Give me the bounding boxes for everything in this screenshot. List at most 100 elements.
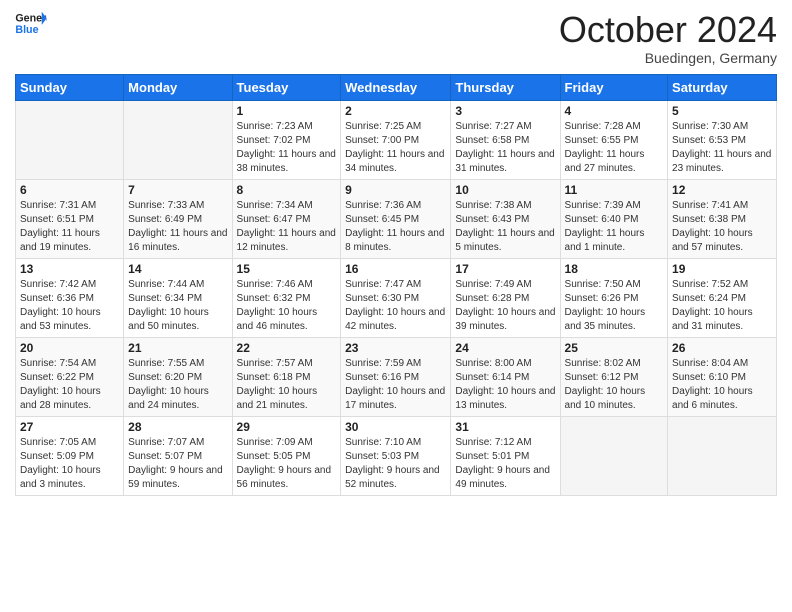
col-saturday: Saturday xyxy=(668,74,777,100)
table-row: 7Sunrise: 7:33 AM Sunset: 6:49 PM Daylig… xyxy=(124,179,232,258)
calendar-week-row: 6 Sunrise: 7:31 AM Sunset: 6:51 PM Daylig… xyxy=(16,179,777,258)
day-number: 5 xyxy=(672,104,772,118)
day-number: 6 xyxy=(20,183,119,197)
table-row: 16 Sunrise: 7:47 AM Sunset: 6:30 PM Dayli… xyxy=(341,258,451,337)
calendar: Sunday Monday Tuesday Wednesday Thursday… xyxy=(15,74,777,496)
table-row: 24 Sunrise: 8:00 AM Sunset: 6:14 PM Dayli… xyxy=(451,337,560,416)
cell-content: Sunrise: 7:10 AM Sunset: 5:03 PM Dayligh… xyxy=(345,436,446,492)
cell-content: Sunrise: 7:41 AM Sunset: 6:38 PM Dayligh… xyxy=(672,199,772,255)
table-row: 25Sunrise: 8:02 AM Sunset: 6:12 PM Dayli… xyxy=(560,337,668,416)
table-row: 1Sunrise: 7:23 AM Sunset: 7:02 PM Daylig… xyxy=(232,100,341,179)
cell-content: Sunrise: 7:44 AM Sunset: 6:34 PM Dayligh… xyxy=(128,278,227,334)
day-number: 21 xyxy=(128,341,227,355)
day-number: 23 xyxy=(345,341,446,355)
day-number: 12 xyxy=(672,183,772,197)
table-row: 15 Sunrise: 7:46 AM Sunset: 6:32 PM Dayli… xyxy=(232,258,341,337)
day-number: 3 xyxy=(455,104,555,118)
table-row: 27Sunrise: 7:05 AM Sunset: 5:09 PM Dayli… xyxy=(16,416,124,495)
cell-content: Sunrise: 7:27 AM Sunset: 6:58 PM Dayligh… xyxy=(455,120,555,176)
cell-content: Sunrise: 7:47 AM Sunset: 6:30 PM Dayligh… xyxy=(345,278,446,334)
table-row xyxy=(16,100,124,179)
cell-content: Sunrise: 7:34 AM Sunset: 6:47 PM Dayligh… xyxy=(237,199,337,255)
table-row: 31Sunrise: 7:12 AM Sunset: 5:01 PM Dayli… xyxy=(451,416,560,495)
table-row: 30 Sunrise: 7:10 AM Sunset: 5:03 PM Dayli… xyxy=(341,416,451,495)
day-number: 10 xyxy=(455,183,555,197)
cell-content: Sunrise: 8:04 AM Sunset: 6:10 PM Dayligh… xyxy=(672,357,772,413)
cell-content: Sunrise: 7:59 AM Sunset: 6:16 PM Dayligh… xyxy=(345,357,446,413)
table-row xyxy=(560,416,668,495)
col-wednesday: Wednesday xyxy=(341,74,451,100)
cell-content: Sunrise: 7:36 AM Sunset: 6:45 PM Dayligh… xyxy=(345,199,446,255)
cell-content: Sunrise: 7:38 AM Sunset: 6:43 PM Dayligh… xyxy=(455,199,555,255)
table-row: 11 Sunrise: 7:39 AM Sunset: 6:40 PM Dayli… xyxy=(560,179,668,258)
cell-content: Sunrise: 7:33 AM Sunset: 6:49 PM Dayligh… xyxy=(128,199,227,255)
col-tuesday: Tuesday xyxy=(232,74,341,100)
day-number: 22 xyxy=(237,341,337,355)
day-number: 26 xyxy=(672,341,772,355)
location: Buedingen, Germany xyxy=(559,50,777,66)
cell-content: Sunrise: 7:07 AM Sunset: 5:07 PM Dayligh… xyxy=(128,436,227,492)
table-row: 5 Sunrise: 7:30 AM Sunset: 6:53 PM Daylig… xyxy=(668,100,777,179)
logo: General Blue xyxy=(15,10,47,38)
day-number: 2 xyxy=(345,104,446,118)
calendar-week-row: 13 Sunrise: 7:42 AM Sunset: 6:36 PM Dayli… xyxy=(16,258,777,337)
table-row xyxy=(124,100,232,179)
day-number: 9 xyxy=(345,183,446,197)
cell-content: Sunrise: 7:31 AM Sunset: 6:51 PM Dayligh… xyxy=(20,199,119,255)
table-row: 22 Sunrise: 7:57 AM Sunset: 6:18 PM Dayli… xyxy=(232,337,341,416)
cell-content: Sunrise: 7:50 AM Sunset: 6:26 PM Dayligh… xyxy=(565,278,664,334)
day-number: 1 xyxy=(237,104,337,118)
logo-icon: General Blue xyxy=(15,10,47,38)
day-number: 13 xyxy=(20,262,119,276)
day-number: 11 xyxy=(565,183,664,197)
day-number: 25 xyxy=(565,341,664,355)
cell-content: Sunrise: 7:57 AM Sunset: 6:18 PM Dayligh… xyxy=(237,357,337,413)
table-row: 2 Sunrise: 7:25 AM Sunset: 7:00 PM Daylig… xyxy=(341,100,451,179)
table-row: 29 Sunrise: 7:09 AM Sunset: 5:05 PM Dayli… xyxy=(232,416,341,495)
cell-content: Sunrise: 7:25 AM Sunset: 7:00 PM Dayligh… xyxy=(345,120,446,176)
table-row: 20Sunrise: 7:54 AM Sunset: 6:22 PM Dayli… xyxy=(16,337,124,416)
table-row: 13 Sunrise: 7:42 AM Sunset: 6:36 PM Dayli… xyxy=(16,258,124,337)
svg-text:Blue: Blue xyxy=(15,24,38,36)
day-number: 29 xyxy=(237,420,337,434)
day-number: 30 xyxy=(345,420,446,434)
cell-content: Sunrise: 7:12 AM Sunset: 5:01 PM Dayligh… xyxy=(455,436,555,492)
calendar-week-row: 1Sunrise: 7:23 AM Sunset: 7:02 PM Daylig… xyxy=(16,100,777,179)
table-row: 4Sunrise: 7:28 AM Sunset: 6:55 PM Daylig… xyxy=(560,100,668,179)
table-row: 12 Sunrise: 7:41 AM Sunset: 6:38 PM Dayli… xyxy=(668,179,777,258)
day-number: 27 xyxy=(20,420,119,434)
cell-content: Sunrise: 7:46 AM Sunset: 6:32 PM Dayligh… xyxy=(237,278,337,334)
day-number: 4 xyxy=(565,104,664,118)
col-thursday: Thursday xyxy=(451,74,560,100)
table-row: 8Sunrise: 7:34 AM Sunset: 6:47 PM Daylig… xyxy=(232,179,341,258)
table-row: 6 Sunrise: 7:31 AM Sunset: 6:51 PM Daylig… xyxy=(16,179,124,258)
day-number: 14 xyxy=(128,262,227,276)
table-row xyxy=(668,416,777,495)
table-row: 28 Sunrise: 7:07 AM Sunset: 5:07 PM Dayli… xyxy=(124,416,232,495)
cell-content: Sunrise: 8:00 AM Sunset: 6:14 PM Dayligh… xyxy=(455,357,555,413)
calendar-week-row: 27Sunrise: 7:05 AM Sunset: 5:09 PM Dayli… xyxy=(16,416,777,495)
table-row: 21Sunrise: 7:55 AM Sunset: 6:20 PM Dayli… xyxy=(124,337,232,416)
day-number: 24 xyxy=(455,341,555,355)
cell-content: Sunrise: 7:30 AM Sunset: 6:53 PM Dayligh… xyxy=(672,120,772,176)
day-number: 17 xyxy=(455,262,555,276)
cell-content: Sunrise: 7:49 AM Sunset: 6:28 PM Dayligh… xyxy=(455,278,555,334)
day-number: 19 xyxy=(672,262,772,276)
table-row: 10 Sunrise: 7:38 AM Sunset: 6:43 PM Dayli… xyxy=(451,179,560,258)
table-row: 9 Sunrise: 7:36 AM Sunset: 6:45 PM Daylig… xyxy=(341,179,451,258)
cell-content: Sunrise: 7:09 AM Sunset: 5:05 PM Dayligh… xyxy=(237,436,337,492)
calendar-header-row: Sunday Monday Tuesday Wednesday Thursday… xyxy=(16,74,777,100)
col-sunday: Sunday xyxy=(16,74,124,100)
day-number: 15 xyxy=(237,262,337,276)
table-row: 14 Sunrise: 7:44 AM Sunset: 6:34 PM Dayli… xyxy=(124,258,232,337)
calendar-week-row: 20Sunrise: 7:54 AM Sunset: 6:22 PM Dayli… xyxy=(16,337,777,416)
cell-content: Sunrise: 7:42 AM Sunset: 6:36 PM Dayligh… xyxy=(20,278,119,334)
cell-content: Sunrise: 7:52 AM Sunset: 6:24 PM Dayligh… xyxy=(672,278,772,334)
day-number: 20 xyxy=(20,341,119,355)
col-monday: Monday xyxy=(124,74,232,100)
day-number: 16 xyxy=(345,262,446,276)
day-number: 28 xyxy=(128,420,227,434)
header: General Blue October 2024 Buedingen, Ger… xyxy=(15,10,777,66)
cell-content: Sunrise: 7:39 AM Sunset: 6:40 PM Dayligh… xyxy=(565,199,664,255)
table-row: 19 Sunrise: 7:52 AM Sunset: 6:24 PM Dayli… xyxy=(668,258,777,337)
